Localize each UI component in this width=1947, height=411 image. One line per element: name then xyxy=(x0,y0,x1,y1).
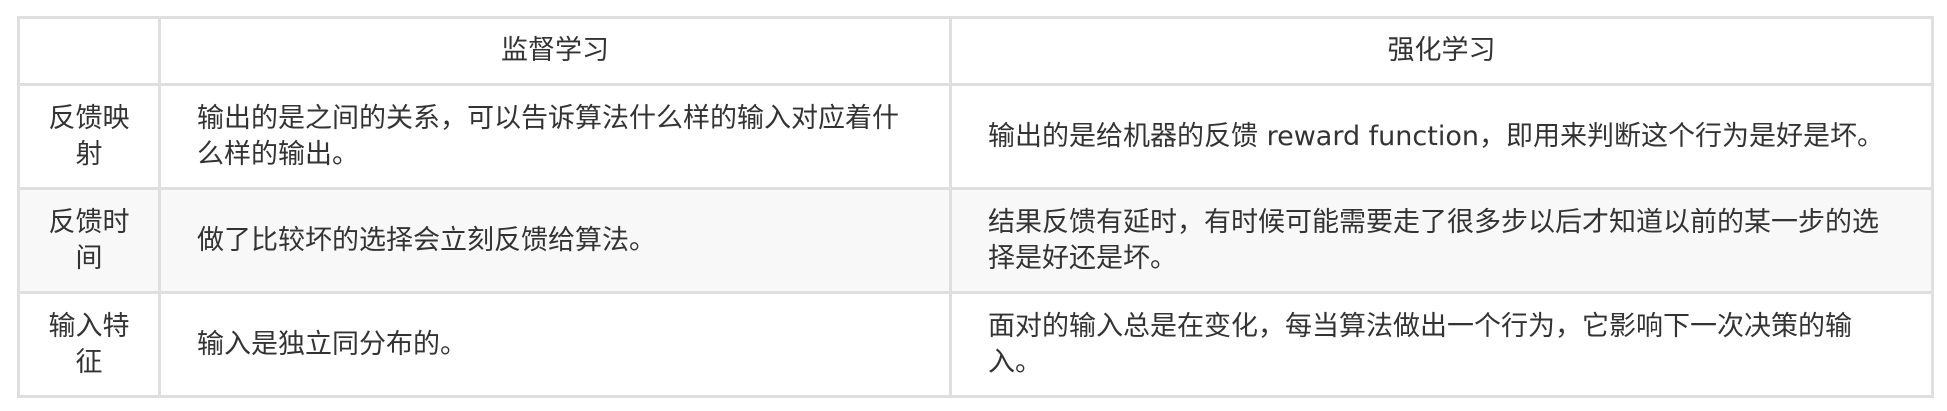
comparison-table: 监督学习 强化学习 反馈映射 输出的是之间的关系，可以告诉算法什么样的输入对应着… xyxy=(17,16,1934,398)
table-row-feedback-time: 反馈时间 做了比较坏的选择会立刻反馈给算法。 结果反馈有延时，有时候可能需要走了… xyxy=(17,187,1934,294)
header-supervised-learning: 监督学习 xyxy=(158,16,952,86)
row-label-feedback-time: 反馈时间 xyxy=(17,187,161,294)
cell-supervised-input-features: 输入是独立同分布的。 xyxy=(158,291,952,398)
table-row-feedback-mapping: 反馈映射 输出的是之间的关系，可以告诉算法什么样的输入对应着什么样的输出。 输出… xyxy=(17,83,1934,190)
table-header-row: 监督学习 强化学习 xyxy=(17,16,1934,86)
cell-reinforcement-feedback-time: 结果反馈有延时，有时候可能需要走了很多步以后才知道以前的某一步的选择是好还是坏。 xyxy=(949,187,1934,294)
cell-supervised-feedback-mapping: 输出的是之间的关系，可以告诉算法什么样的输入对应着什么样的输出。 xyxy=(158,83,952,190)
row-label-input-features: 输入特征 xyxy=(17,291,161,398)
cell-reinforcement-input-features: 面对的输入总是在变化，每当算法做出一个行为，它影响下一次决策的输入。 xyxy=(949,291,1934,398)
comparison-table-container: 监督学习 强化学习 反馈映射 输出的是之间的关系，可以告诉算法什么样的输入对应着… xyxy=(17,16,1934,398)
table-row-input-features: 输入特征 输入是独立同分布的。 面对的输入总是在变化，每当算法做出一个行为，它影… xyxy=(17,291,1934,398)
cell-supervised-feedback-time: 做了比较坏的选择会立刻反馈给算法。 xyxy=(158,187,952,294)
header-reinforcement-learning: 强化学习 xyxy=(949,16,1934,86)
cell-reinforcement-feedback-mapping: 输出的是给机器的反馈 reward function，即用来判断这个行为是好是坏… xyxy=(949,83,1934,190)
row-label-feedback-mapping: 反馈映射 xyxy=(17,83,161,190)
header-corner-cell xyxy=(17,16,161,86)
